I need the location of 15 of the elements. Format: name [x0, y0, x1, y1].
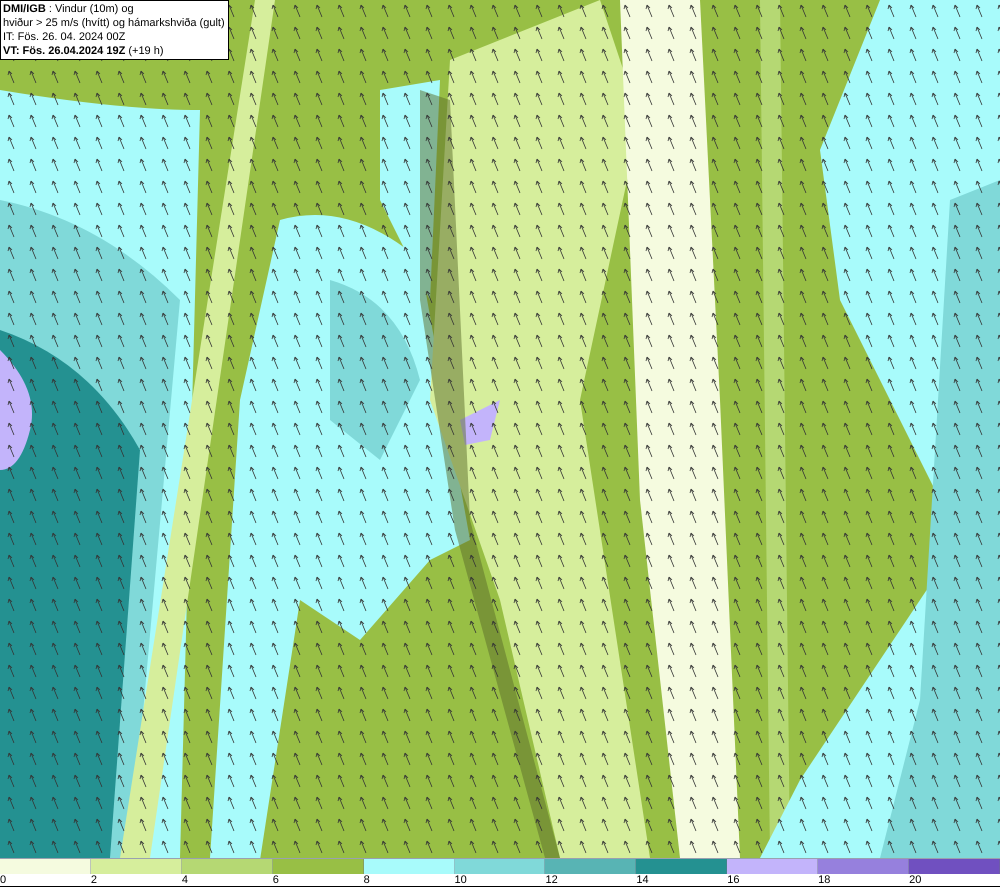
- legend-label: 2: [90, 874, 98, 887]
- legend-label: 16: [727, 874, 740, 887]
- legend-label: 0: [0, 874, 6, 887]
- legend-label: 10: [454, 874, 467, 887]
- legend-label: 14: [636, 874, 649, 887]
- legend-label: 18: [818, 874, 830, 887]
- title-text: VT: Fös. 26.04.2024 19Z (+19 h): [3, 44, 165, 58]
- legend-label: 8: [364, 874, 370, 887]
- title-text: hviður > 25 m/s (hvítt) og hámarkshviða (gult): [3, 16, 226, 30]
- legend-label: 6: [272, 874, 279, 887]
- title-text: DMI/IGB : Vindur (10m) og: [3, 2, 135, 16]
- title-text: IT: Fös. 26. 04. 2024 00Z: [3, 30, 126, 44]
- legend-label: 4: [182, 874, 188, 887]
- legend-label: 20: [909, 874, 922, 887]
- legend-label: 12: [545, 874, 558, 887]
